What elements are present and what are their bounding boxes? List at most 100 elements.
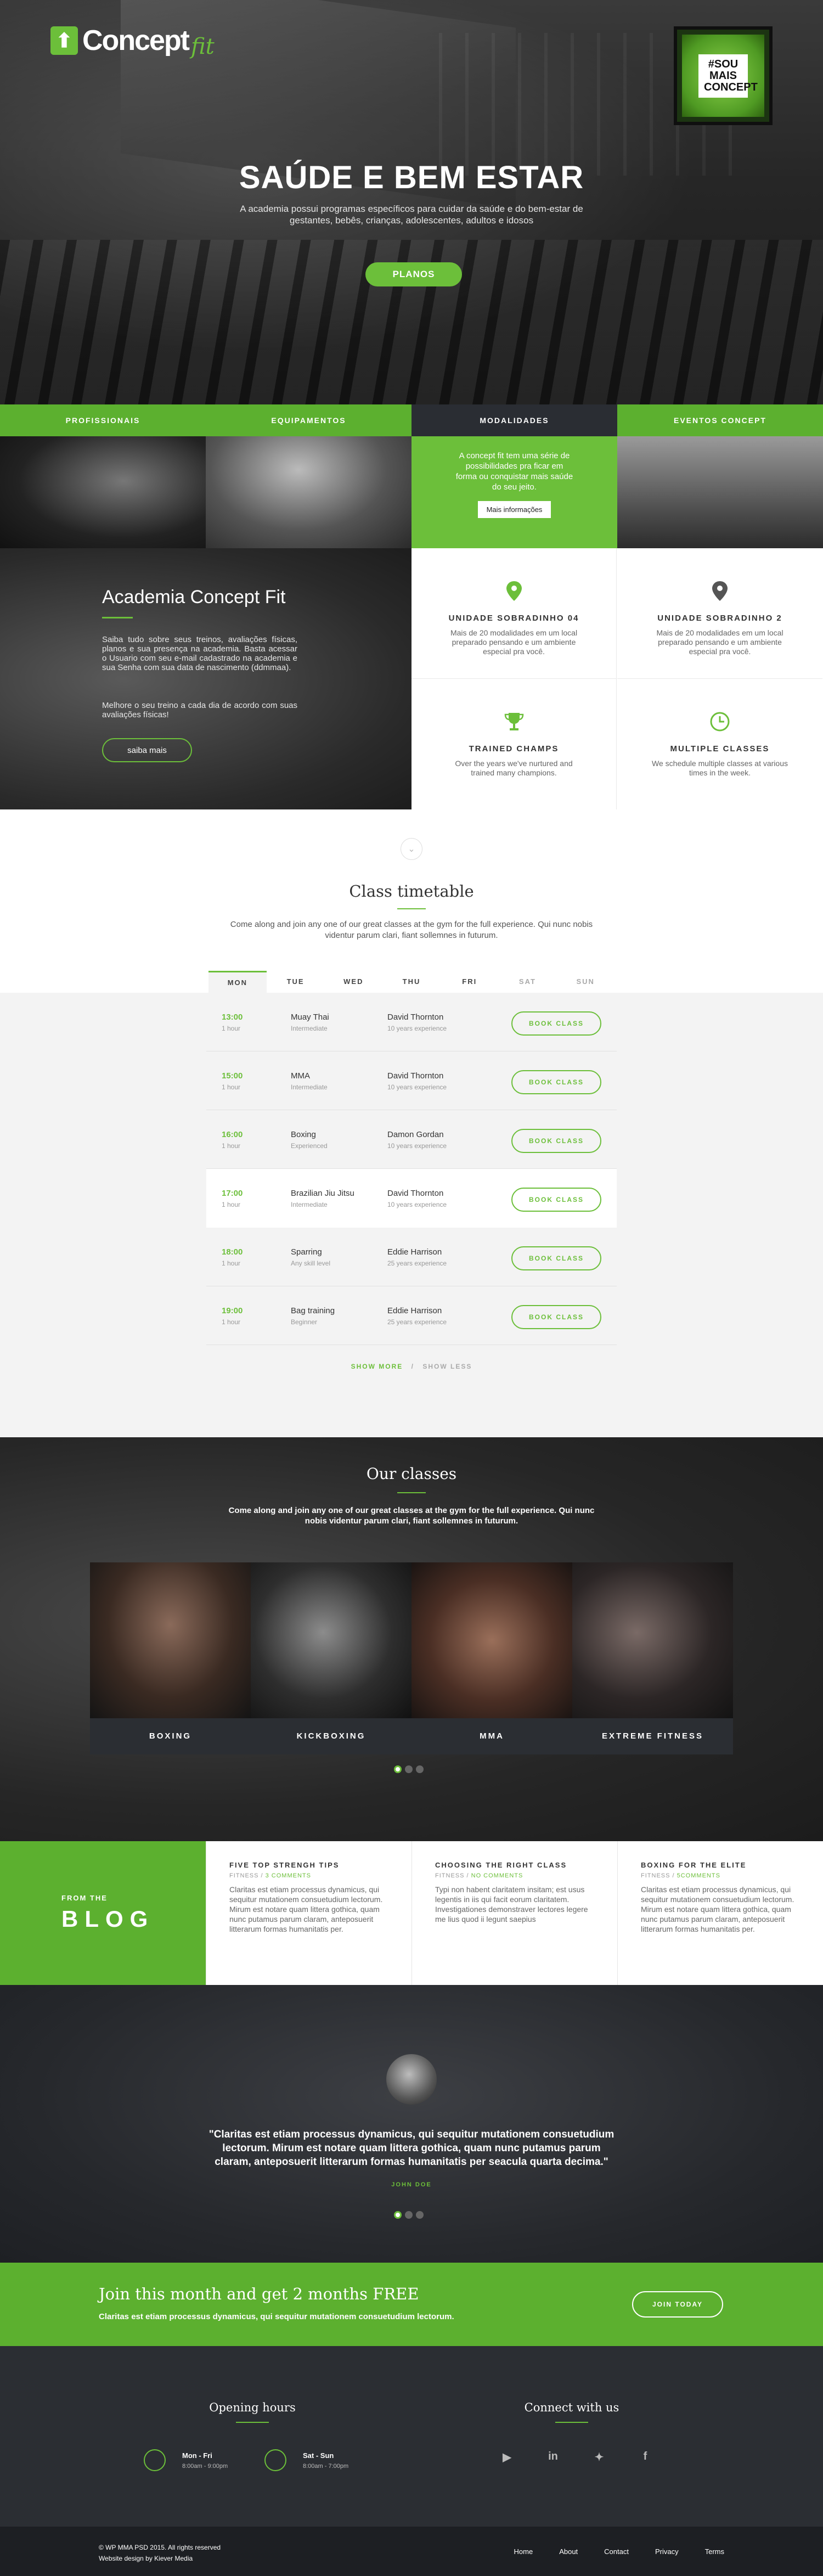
post-title[interactable]: FIVE TOP STRENGH TIPS (229, 1861, 390, 1869)
class-card-extreme-fitness[interactable]: EXTREME FITNESS (572, 1562, 733, 1754)
classes-intro: Come along and join any one of our great… (228, 1506, 595, 1526)
class-name: Brazilian Jiu Jitsu (291, 1189, 354, 1198)
post-comments[interactable]: NO COMMENTS (471, 1872, 523, 1879)
tab-equipamentos[interactable]: EQUIPAMENTOS (206, 404, 412, 548)
tab-mon[interactable]: MON (208, 971, 267, 993)
table-row: 16:00 1 hour Boxing Experienced Damon Go… (206, 1110, 617, 1169)
trainer-name: Damon Gordan (387, 1130, 444, 1139)
tab-sun[interactable]: SUN (556, 971, 615, 993)
post-category[interactable]: FITNESS (229, 1872, 258, 1879)
tab-wed[interactable]: WED (324, 971, 382, 993)
post-excerpt: Typi non habent claritatem insitam; est … (435, 1885, 588, 1923)
sou-mais-concept-badge: #SOU MAIS CONCEPT (674, 26, 773, 125)
scroll-down-icon[interactable]: ⌄ (401, 838, 422, 860)
linkedin-icon[interactable]: in (545, 2450, 561, 2464)
book-class-button[interactable]: BOOK CLASS (511, 1129, 601, 1153)
divider (397, 1492, 426, 1493)
equipamentos-image (206, 436, 412, 548)
academia-panel: Academia Concept Fit Saiba tudo sobre se… (0, 548, 412, 809)
class-card-boxing[interactable]: BOXING (90, 1562, 251, 1754)
carousel-dot[interactable] (416, 2211, 424, 2219)
carousel-dot[interactable] (416, 1765, 424, 1773)
trainer-experience: 10 years experience (387, 1201, 447, 1208)
location-pin-icon (506, 581, 522, 601)
classes-title: Our classes (366, 1465, 457, 1483)
class-level: Beginner (291, 1318, 318, 1326)
youtube-icon[interactable]: ▶ (499, 2450, 515, 2464)
social-links: ▶ in ✦ f (499, 2450, 653, 2464)
post-excerpt: Claritas est etiam processus dynamicus, … (229, 1885, 383, 1933)
class-card-label: MMA (412, 1718, 572, 1754)
class-time: 13:00 (222, 1013, 243, 1022)
class-name: MMA (291, 1071, 310, 1081)
blog-post[interactable]: BOXING FOR THE ELITE FITNESS / 5COMMENTS… (617, 1841, 823, 1985)
info-title: MULTIPLE CLASSES (670, 744, 770, 753)
footer-link-home[interactable]: Home (514, 2547, 533, 2556)
tab-sat[interactable]: SAT (499, 971, 557, 993)
kickboxing-image (251, 1562, 412, 1718)
join-today-button[interactable]: JOIN TODAY (632, 2291, 723, 2318)
info-cell: TRAINED CHAMPS Over the years we've nurt… (412, 679, 617, 809)
post-title[interactable]: CHOOSING THE RIGHT CLASS (435, 1861, 595, 1869)
book-class-button[interactable]: BOOK CLASS (511, 1246, 601, 1270)
blog-post[interactable]: FIVE TOP STRENGH TIPS FITNESS / 3 COMMEN… (206, 1841, 412, 1985)
footer-link-privacy[interactable]: Privacy (655, 2547, 679, 2556)
footer-link-about[interactable]: About (559, 2547, 578, 2556)
footer-link-contact[interactable]: Contact (604, 2547, 629, 2556)
cta-subtitle: Claritas est etiam processus dynamicus, … (99, 2312, 454, 2321)
post-comments[interactable]: 3 COMMENTS (266, 1872, 311, 1879)
logo[interactable]: ⬆ Concept fit (50, 22, 215, 59)
class-level: Intermediate (291, 1083, 328, 1091)
book-class-button[interactable]: BOOK CLASS (511, 1305, 601, 1329)
logo-script: fit (191, 34, 215, 59)
post-category[interactable]: FITNESS (435, 1872, 464, 1879)
blog-post[interactable]: CHOOSING THE RIGHT CLASS FITNESS / NO CO… (412, 1841, 617, 1985)
tab-profissionais[interactable]: PROFISSIONAIS (0, 404, 206, 548)
class-level: Experienced (291, 1142, 328, 1150)
separator: / (411, 1363, 414, 1370)
carousel-dot[interactable] (394, 2211, 402, 2219)
twitter-icon[interactable]: ✦ (591, 2450, 607, 2464)
tab-eventos-concept[interactable]: EVENTOS CONCEPT (617, 404, 823, 548)
info-text: Mais de 20 modalidades em um local prepa… (656, 628, 783, 656)
tab-fri[interactable]: FRI (441, 971, 499, 993)
post-category[interactable]: FITNESS (641, 1872, 670, 1879)
carousel-dot[interactable] (394, 1765, 402, 1773)
trainer-experience: 10 years experience (387, 1142, 447, 1150)
modalidades-panel: A concept fit tem uma série de possibili… (412, 436, 617, 548)
class-card-kickboxing[interactable]: KICKBOXING (251, 1562, 412, 1754)
planos-button[interactable]: PLANOS (365, 262, 462, 286)
class-duration: 1 hour (222, 1142, 241, 1150)
tab-tue[interactable]: TUE (267, 971, 325, 993)
carousel-dot[interactable] (405, 2211, 413, 2219)
mais-informacoes-button[interactable]: Mais informações (477, 501, 551, 518)
book-class-button[interactable]: BOOK CLASS (511, 1070, 601, 1094)
eventos-image (617, 436, 823, 548)
trainer-experience: 25 years experience (387, 1259, 447, 1267)
show-less-link[interactable]: SHOW LESS (422, 1363, 472, 1370)
table-row: 13:00 1 hour Muay Thai Intermediate Davi… (206, 993, 617, 1051)
book-class-button[interactable]: BOOK CLASS (511, 1188, 601, 1212)
boxing-image (90, 1562, 251, 1718)
carousel-dot[interactable] (405, 1765, 413, 1773)
cta-title: Join this month and get 2 months FREE (99, 2285, 419, 2303)
footer-link-terms[interactable]: Terms (705, 2547, 724, 2556)
show-more-link[interactable]: SHOW MORE (351, 1363, 403, 1370)
class-time: 16:00 (222, 1130, 243, 1139)
post-excerpt: Claritas est etiam processus dynamicus, … (641, 1885, 794, 1933)
tab-modalidades[interactable]: MODALIDADES A concept fit tem uma série … (412, 404, 617, 548)
book-class-button[interactable]: BOOK CLASS (511, 1011, 601, 1036)
tab-thu[interactable]: THU (382, 971, 441, 993)
post-title[interactable]: BOXING FOR THE ELITE (641, 1861, 801, 1869)
saiba-mais-button[interactable]: saiba mais (102, 738, 192, 762)
class-card-mma[interactable]: MMA (412, 1562, 572, 1754)
academia-title: Academia Concept Fit (102, 587, 286, 608)
connect-title: Connect with us (524, 2401, 619, 2414)
hero-title: SAÚDE E BEM ESTAR (239, 160, 584, 195)
class-level: Intermediate (291, 1201, 328, 1208)
post-comments[interactable]: 5COMMENTS (677, 1872, 720, 1879)
post-meta: FITNESS / NO COMMENTS (435, 1872, 523, 1879)
info-title: UNIDADE SOBRADINHO 04 (448, 614, 579, 623)
facebook-icon[interactable]: f (638, 2450, 653, 2464)
features-grid: PROFISSIONAIS EQUIPAMENTOS MODALIDADES A… (0, 404, 823, 809)
